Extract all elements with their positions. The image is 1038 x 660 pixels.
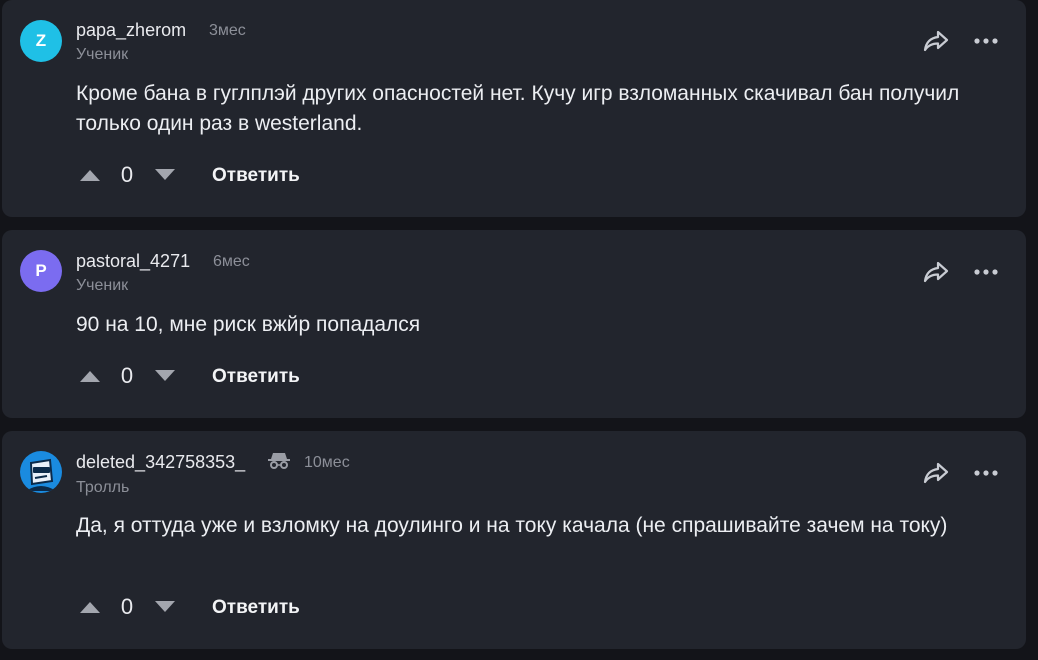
avatar[interactable]: Z — [20, 20, 62, 62]
username[interactable]: deleted_342758353_ — [76, 452, 245, 473]
comment-text: Да, я оттуда уже и взломку на доулинго и… — [76, 514, 948, 537]
share-icon[interactable] — [922, 260, 950, 284]
downvote-icon[interactable] — [152, 368, 178, 384]
reply-button[interactable]: Ответить — [212, 366, 300, 388]
comment-time: 10мес — [304, 454, 350, 471]
comment-text: 90 на 10, мне риск вжйр попадался — [76, 313, 421, 336]
comment-card: P pastoral_4271 6мес Ученик 90 на 10, мн… — [2, 230, 1026, 418]
user-rank: Тролль — [76, 479, 130, 496]
comment-card: Z papa_zherom 3мес Ученик Кроме бана в г… — [2, 0, 1026, 217]
share-icon[interactable] — [922, 29, 950, 53]
downvote-icon[interactable] — [152, 167, 178, 183]
avatar[interactable]: P — [20, 250, 62, 292]
username[interactable]: pastoral_4271 — [76, 251, 190, 272]
more-options-icon[interactable] — [972, 463, 1000, 483]
mascot-avatar-icon — [26, 458, 56, 491]
reply-button[interactable]: Ответить — [212, 165, 300, 187]
upvote-icon[interactable] — [77, 599, 103, 615]
more-options-icon[interactable] — [972, 262, 1000, 282]
comment-time: 6мес — [213, 253, 250, 270]
user-rank: Ученик — [76, 277, 129, 294]
incognito-spy-icon — [268, 453, 290, 469]
share-icon[interactable] — [922, 461, 950, 485]
avatar[interactable] — [20, 451, 62, 493]
downvote-icon[interactable] — [152, 599, 178, 615]
vote-count: 0 — [120, 162, 134, 187]
comment-text: Кроме бана в гуглплэй других опасностей … — [76, 82, 960, 135]
username[interactable]: papa_zherom — [76, 20, 186, 41]
reply-button[interactable]: Ответить — [212, 597, 300, 619]
more-options-icon[interactable] — [972, 31, 1000, 51]
vote-count: 0 — [120, 363, 134, 388]
user-rank: Ученик — [76, 46, 129, 63]
upvote-icon[interactable] — [77, 368, 103, 384]
comment-time: 3мес — [209, 22, 246, 39]
vote-count: 0 — [120, 594, 134, 619]
upvote-icon[interactable] — [77, 167, 103, 183]
comment-card: deleted_342758353_ 10мес Тролль Да, я от… — [2, 431, 1026, 649]
